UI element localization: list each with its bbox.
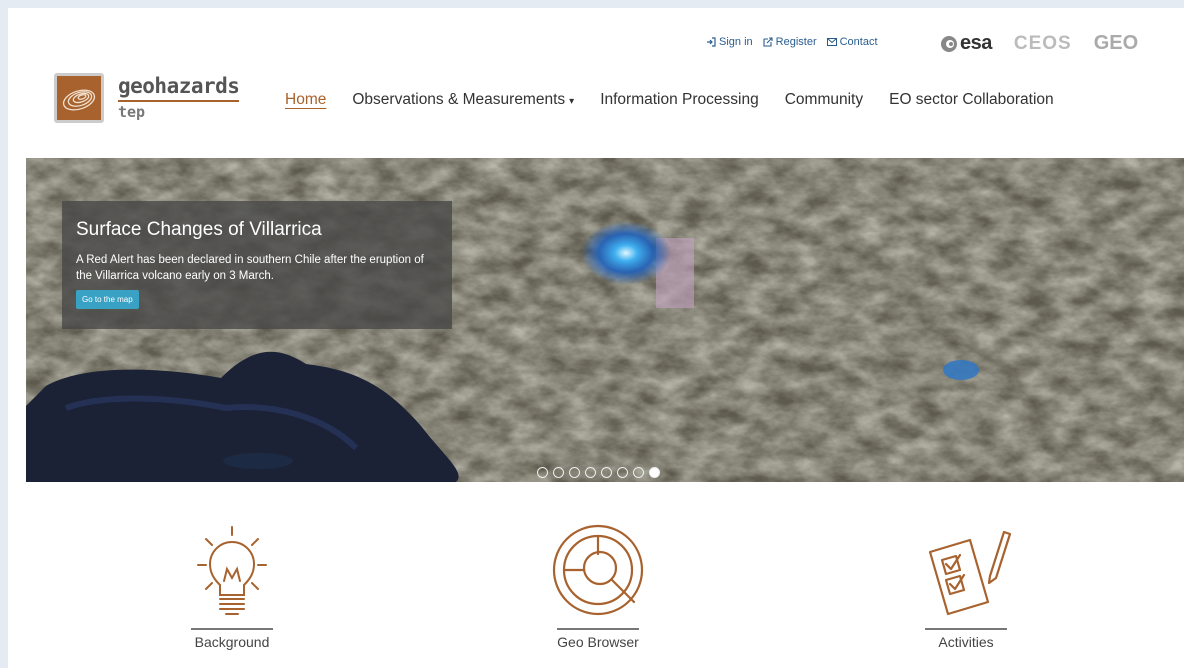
nav-observations[interactable]: Observations & Measurements ▾ xyxy=(339,91,587,109)
hero-text: A Red Alert has been declared in souther… xyxy=(76,254,424,282)
feature-divider xyxy=(557,628,639,630)
carousel-dot[interactable] xyxy=(585,467,596,478)
esa-logo-text: esa xyxy=(960,32,992,54)
hero-carousel[interactable]: Surface Changes of Villarrica A Red Aler… xyxy=(26,158,1184,482)
ceos-logo[interactable]: CEOS xyxy=(1014,33,1072,55)
feature-activities[interactable]: Activities xyxy=(906,520,1026,650)
feature-background-label: Background xyxy=(194,634,270,650)
go-to-map-button[interactable]: Go to the map xyxy=(76,290,139,309)
sign-in-icon xyxy=(707,37,716,47)
feature-activities-label: Activities xyxy=(938,634,994,650)
logo-mark xyxy=(54,73,104,123)
sign-in-link[interactable]: Sign in xyxy=(706,36,753,48)
page: Sign in Register Contact esa CEOS GEO ge… xyxy=(8,8,1184,668)
esa-mark-icon xyxy=(941,35,957,52)
nav-observations-label: Observations & Measurements xyxy=(352,91,566,108)
hero-caption: Surface Changes of Villarrica A Red Aler… xyxy=(62,201,452,329)
utility-links: Sign in Register Contact xyxy=(706,36,878,48)
feature-divider xyxy=(191,628,273,630)
main-nav: Home Observations & Measurements ▾ Inform… xyxy=(285,91,1067,109)
logo-sub: tep xyxy=(118,103,146,121)
caret-down-icon: ▾ xyxy=(569,96,575,107)
nav-home[interactable]: Home xyxy=(285,91,339,109)
carousel-dot[interactable] xyxy=(569,467,580,478)
nav-eo-sector-collaboration[interactable]: EO sector Collaboration xyxy=(876,91,1067,109)
geo-logo-text: GEO xyxy=(1093,32,1139,54)
lightbulb-icon xyxy=(197,525,267,615)
partner-logos: esa CEOS GEO xyxy=(940,32,1138,55)
contour-lines-icon xyxy=(62,89,96,111)
site-logo[interactable]: geohazards tep xyxy=(54,73,240,123)
geo-browser-icon xyxy=(552,524,644,616)
nav-information-processing[interactable]: Information Processing xyxy=(587,91,772,109)
feature-background[interactable]: Background xyxy=(172,520,292,650)
external-link-icon xyxy=(763,37,773,47)
carousel-dot[interactable] xyxy=(553,467,564,478)
carousel-dot[interactable] xyxy=(601,467,612,478)
sign-in-label: Sign in xyxy=(719,36,753,48)
envelope-icon xyxy=(826,38,837,46)
carousel-dot[interactable] xyxy=(633,467,644,478)
contact-label: Contact xyxy=(839,36,878,48)
checklist-icon xyxy=(928,530,1012,616)
hero-title: Surface Changes of Villarrica xyxy=(76,219,322,240)
nav-community[interactable]: Community xyxy=(772,91,876,109)
register-link[interactable]: Register xyxy=(763,36,817,48)
carousel-indicators xyxy=(537,467,660,478)
carousel-dot[interactable] xyxy=(537,467,548,478)
logo-name: geohazards xyxy=(118,73,240,102)
register-label: Register xyxy=(775,36,817,48)
contact-link[interactable]: Contact xyxy=(826,36,878,48)
carousel-dot[interactable] xyxy=(617,467,628,478)
carousel-dot[interactable] xyxy=(649,467,660,478)
feature-geo-browser-label: Geo Browser xyxy=(557,634,639,650)
geo-logo[interactable]: GEO xyxy=(1094,32,1138,55)
feature-geo-browser[interactable]: Geo Browser xyxy=(538,520,658,650)
esa-logo[interactable]: esa xyxy=(940,32,992,55)
feature-divider xyxy=(925,628,1007,630)
ceos-logo-text: CEOS xyxy=(1013,32,1072,54)
